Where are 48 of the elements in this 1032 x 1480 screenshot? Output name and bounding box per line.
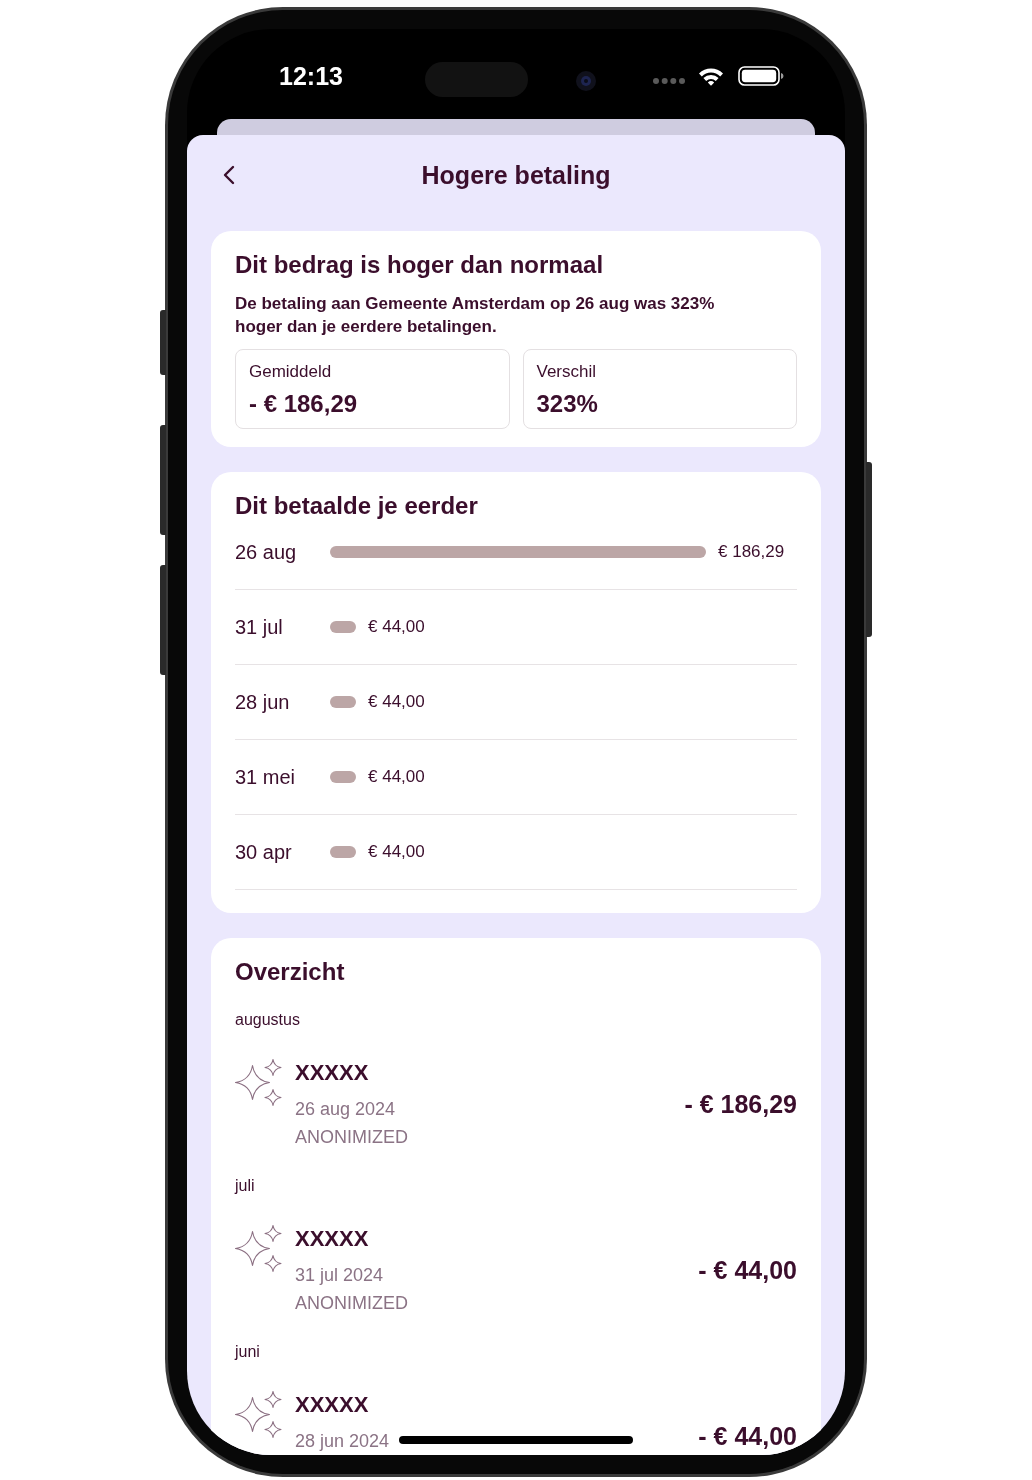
chart-bar xyxy=(330,621,356,633)
sparkles-icon xyxy=(235,1059,283,1107)
alert-message: De betaling aan Gemeente Amsterdam op 26 aug was 323% hoger dan je eerdere betalingen. xyxy=(235,293,716,338)
signal-icon xyxy=(652,78,685,84)
transaction-date: 31 jul 2024 xyxy=(295,1264,385,1287)
card-heading: Dit betaalde je eerder xyxy=(235,491,479,521)
wifi-icon xyxy=(697,66,724,86)
month-label: juli xyxy=(235,1176,256,1196)
chart-bar xyxy=(330,771,356,783)
category-label: 31 mei xyxy=(235,765,297,790)
category-label: 30 apr xyxy=(235,840,293,865)
value-label: € 186,29 xyxy=(718,541,785,563)
back-chevron-icon xyxy=(223,165,235,185)
stat-label: Gemiddeld xyxy=(249,361,333,383)
chart-bar xyxy=(330,696,356,708)
stat-label: Verschil xyxy=(536,361,598,383)
transaction-amount: - € 44,00 xyxy=(698,1421,797,1451)
transaction-name: XXXXX xyxy=(295,1059,370,1087)
sparkles-icon xyxy=(235,1391,283,1439)
status-time: 12:13 xyxy=(279,61,343,91)
transaction-date: 28 jun 2024 xyxy=(295,1430,390,1453)
transaction-note: ANONIMIZED xyxy=(295,1126,408,1149)
value-label: € 44,00 xyxy=(368,691,425,713)
sparkles-icon xyxy=(235,1225,283,1273)
card-heading: Overzicht xyxy=(235,957,346,987)
stat-value: - € 186,29 xyxy=(249,389,359,419)
transaction-name: XXXXX xyxy=(295,1225,370,1253)
category-label: 31 jul xyxy=(235,615,284,640)
stat-value: 323% xyxy=(536,389,599,419)
battery-icon xyxy=(737,66,784,86)
value-label: € 44,00 xyxy=(368,841,425,863)
transaction-amount: - € 44,00 xyxy=(698,1255,797,1285)
transaction-date: 26 aug 2024 xyxy=(295,1098,397,1121)
transaction-amount: - € 186,29 xyxy=(684,1089,797,1119)
value-label: € 44,00 xyxy=(368,766,425,788)
chart-bar xyxy=(330,846,356,858)
back-button[interactable] xyxy=(223,165,235,185)
camera-icon xyxy=(575,71,596,91)
transaction-note: ANONIMIZED xyxy=(295,1292,408,1315)
month-label: juni xyxy=(235,1342,261,1362)
transaction-name: XXXXX xyxy=(295,1391,370,1419)
category-label: 28 jun xyxy=(235,690,291,715)
card-heading: Dit bedrag is hoger dan normaal xyxy=(235,250,605,280)
value-label: € 44,00 xyxy=(368,616,425,638)
category-label: 26 aug xyxy=(235,540,298,565)
month-label: augustus xyxy=(235,1010,301,1030)
page-title: Hogere betaling xyxy=(421,160,611,190)
side-key xyxy=(160,310,166,375)
